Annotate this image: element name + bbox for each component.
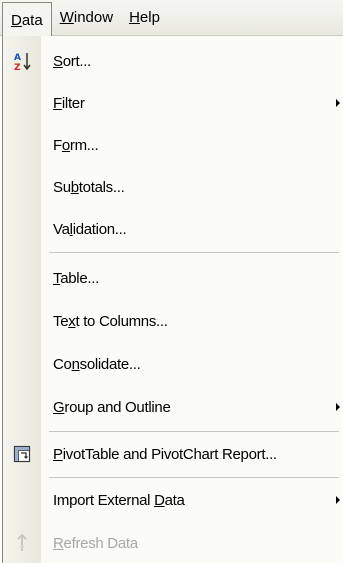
menu-item-label: Import External Data bbox=[53, 491, 185, 509]
menu-item-label: Text to Columns... bbox=[53, 312, 168, 330]
menu-bar: Data Window Help bbox=[0, 0, 343, 38]
menu-help[interactable]: Help bbox=[121, 2, 168, 34]
menu-window-label: indow bbox=[73, 9, 114, 26]
menu-item-group-and-outline[interactable]: Group and Outline bbox=[3, 387, 343, 427]
menu-item-import-external-data[interactable]: Import External Data bbox=[3, 480, 343, 520]
menu-help-label: elp bbox=[139, 9, 160, 26]
data-menu-dropdown: A Z Sort... Filter Form... Subtotals... … bbox=[2, 36, 342, 563]
svg-text:A: A bbox=[14, 53, 21, 63]
menu-item-label: Group and Outline bbox=[53, 398, 171, 416]
menu-item-label: Table... bbox=[53, 269, 99, 287]
menu-window-mnemonic: W bbox=[59, 9, 74, 26]
refresh-icon bbox=[3, 523, 41, 563]
menu-item-sort[interactable]: A Z Sort... bbox=[3, 41, 343, 81]
menu-separator bbox=[49, 477, 339, 478]
menu-item-label: Filter bbox=[53, 94, 85, 112]
pivottable-icon bbox=[3, 434, 41, 474]
menu-separator bbox=[49, 252, 339, 253]
menu-item-form[interactable]: Form... bbox=[3, 125, 343, 165]
submenu-arrow-icon bbox=[336, 99, 340, 107]
menu-item-label: Refresh Data bbox=[53, 534, 138, 552]
menu-data-mnemonic: D bbox=[11, 11, 22, 29]
menu-window[interactable]: Window bbox=[52, 2, 121, 34]
menu-data-label: ata bbox=[21, 11, 43, 29]
submenu-arrow-icon bbox=[336, 403, 340, 411]
menu-separator bbox=[49, 431, 339, 432]
menu-item-subtotals[interactable]: Subtotals... bbox=[3, 167, 343, 207]
svg-text:Z: Z bbox=[14, 63, 21, 71]
menu-data[interactable]: Data bbox=[2, 1, 52, 38]
menu-item-label: Validation... bbox=[53, 220, 127, 238]
menu-item-label: Consolidate... bbox=[53, 355, 141, 373]
menu-item-refresh-data: Refresh Data bbox=[3, 523, 343, 563]
menu-help-mnemonic: H bbox=[129, 9, 140, 26]
menu-item-label: PivotTable and PivotChart Report... bbox=[53, 445, 277, 463]
menu-item-label: Subtotals... bbox=[53, 178, 125, 196]
menu-item-label: Form... bbox=[53, 136, 99, 154]
submenu-arrow-icon bbox=[336, 496, 340, 504]
menu-item-consolidate[interactable]: Consolidate... bbox=[3, 344, 343, 384]
menu-item-validation[interactable]: Validation... bbox=[3, 209, 343, 249]
menu-item-table[interactable]: Table... bbox=[3, 258, 343, 298]
menu-item-label: Sort... bbox=[53, 52, 91, 70]
menu-item-pivottable-report[interactable]: PivotTable and PivotChart Report... bbox=[3, 434, 343, 474]
menu-item-filter[interactable]: Filter bbox=[3, 83, 343, 123]
menu-item-text-to-columns[interactable]: Text to Columns... bbox=[3, 301, 343, 341]
sort-az-icon: A Z bbox=[3, 41, 41, 81]
